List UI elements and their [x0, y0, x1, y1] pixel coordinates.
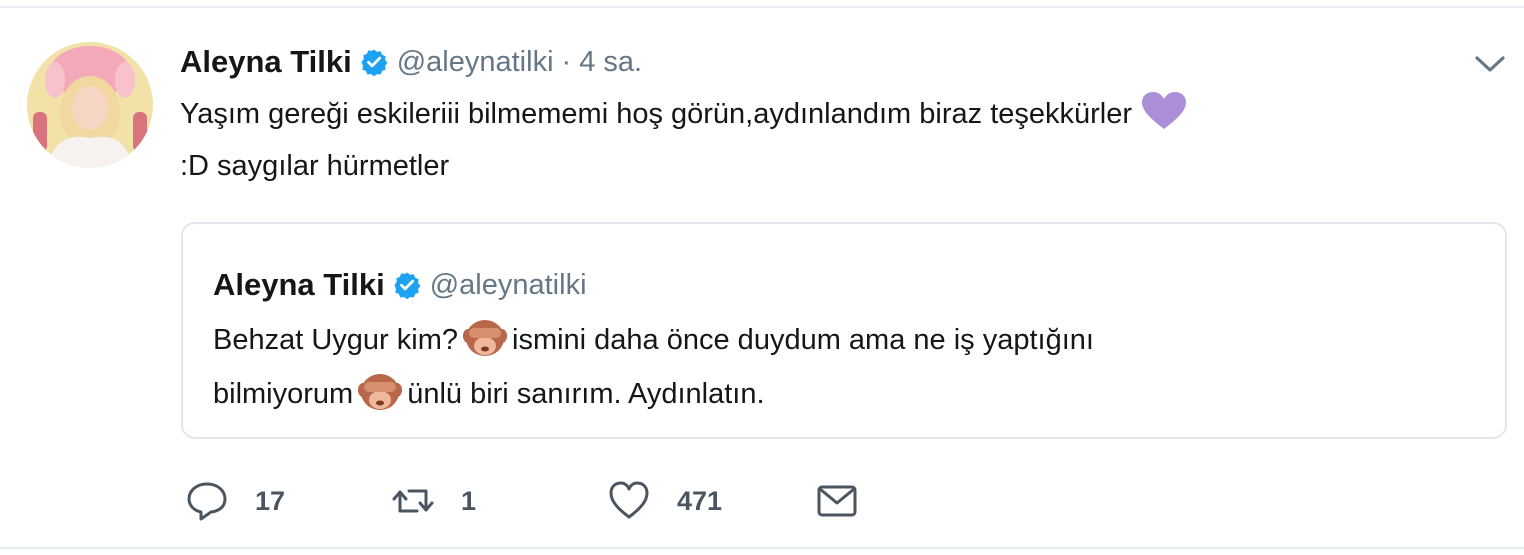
retweet-count: 1 — [461, 485, 477, 516]
tweet-text-line1: Yaşım gereği eskileriii bilmememi hoş gö… — [180, 98, 1133, 130]
author-handle[interactable]: @aleynatilki — [397, 46, 554, 79]
quoted-tweet[interactable]: Aleyna Tilki @aleynatilki Behzat Uygur k… — [181, 222, 1507, 439]
quoted-text-part3: bilmiyorum — [213, 378, 354, 410]
envelope-icon — [815, 479, 859, 523]
quoted-text: Behzat Uygur kim? ismini daha önce duydum… — [213, 313, 1483, 421]
avatar[interactable] — [27, 42, 153, 168]
tweet-text-line2: :D saygılar hürmetler — [180, 150, 450, 182]
tweet-actions: 17 1 471 — [185, 478, 905, 524]
bottom-divider — [0, 547, 1524, 549]
reply-icon — [185, 479, 229, 523]
reply-button[interactable]: 17 — [185, 478, 285, 524]
retweet-icon — [391, 479, 435, 523]
reply-count: 17 — [255, 485, 286, 516]
heart-icon — [607, 479, 651, 523]
like-button[interactable]: 471 — [607, 478, 722, 524]
author-name[interactable]: Aleyna Tilki — [180, 44, 352, 80]
see-no-evil-monkey-icon — [462, 316, 508, 358]
separator-dot: · — [561, 45, 572, 78]
purple-heart-icon — [1140, 91, 1188, 131]
retweet-button[interactable]: 1 — [391, 478, 476, 524]
quoted-text-part4: ünlü biri sanırım. Aydınlatın. — [407, 378, 765, 410]
quoted-text-part1: Behzat Uygur kim? — [213, 324, 458, 356]
quoted-header: Aleyna Tilki @aleynatilki — [213, 264, 587, 306]
quoted-author-name: Aleyna Tilki — [213, 267, 385, 302]
verified-badge-icon — [393, 271, 421, 299]
see-no-evil-monkey-icon — [357, 370, 403, 412]
tweet-text: Yaşım gereği eskileriii bilmememi hoş gö… — [180, 88, 1470, 192]
timestamp[interactable]: 4 sa. — [579, 46, 642, 79]
quoted-text-part2: ismini daha önce duydum ama ne iş yaptığ… — [512, 324, 1094, 356]
like-count: 471 — [677, 485, 723, 516]
verified-badge-icon — [360, 48, 388, 76]
quoted-author-handle: @aleynatilki — [429, 268, 587, 301]
tweet-header: Aleyna Tilki @aleynatilki · 4 sa. — [180, 40, 642, 84]
chevron-down-icon[interactable] — [1473, 52, 1507, 76]
top-divider — [0, 6, 1524, 8]
direct-message-button[interactable] — [815, 478, 859, 524]
